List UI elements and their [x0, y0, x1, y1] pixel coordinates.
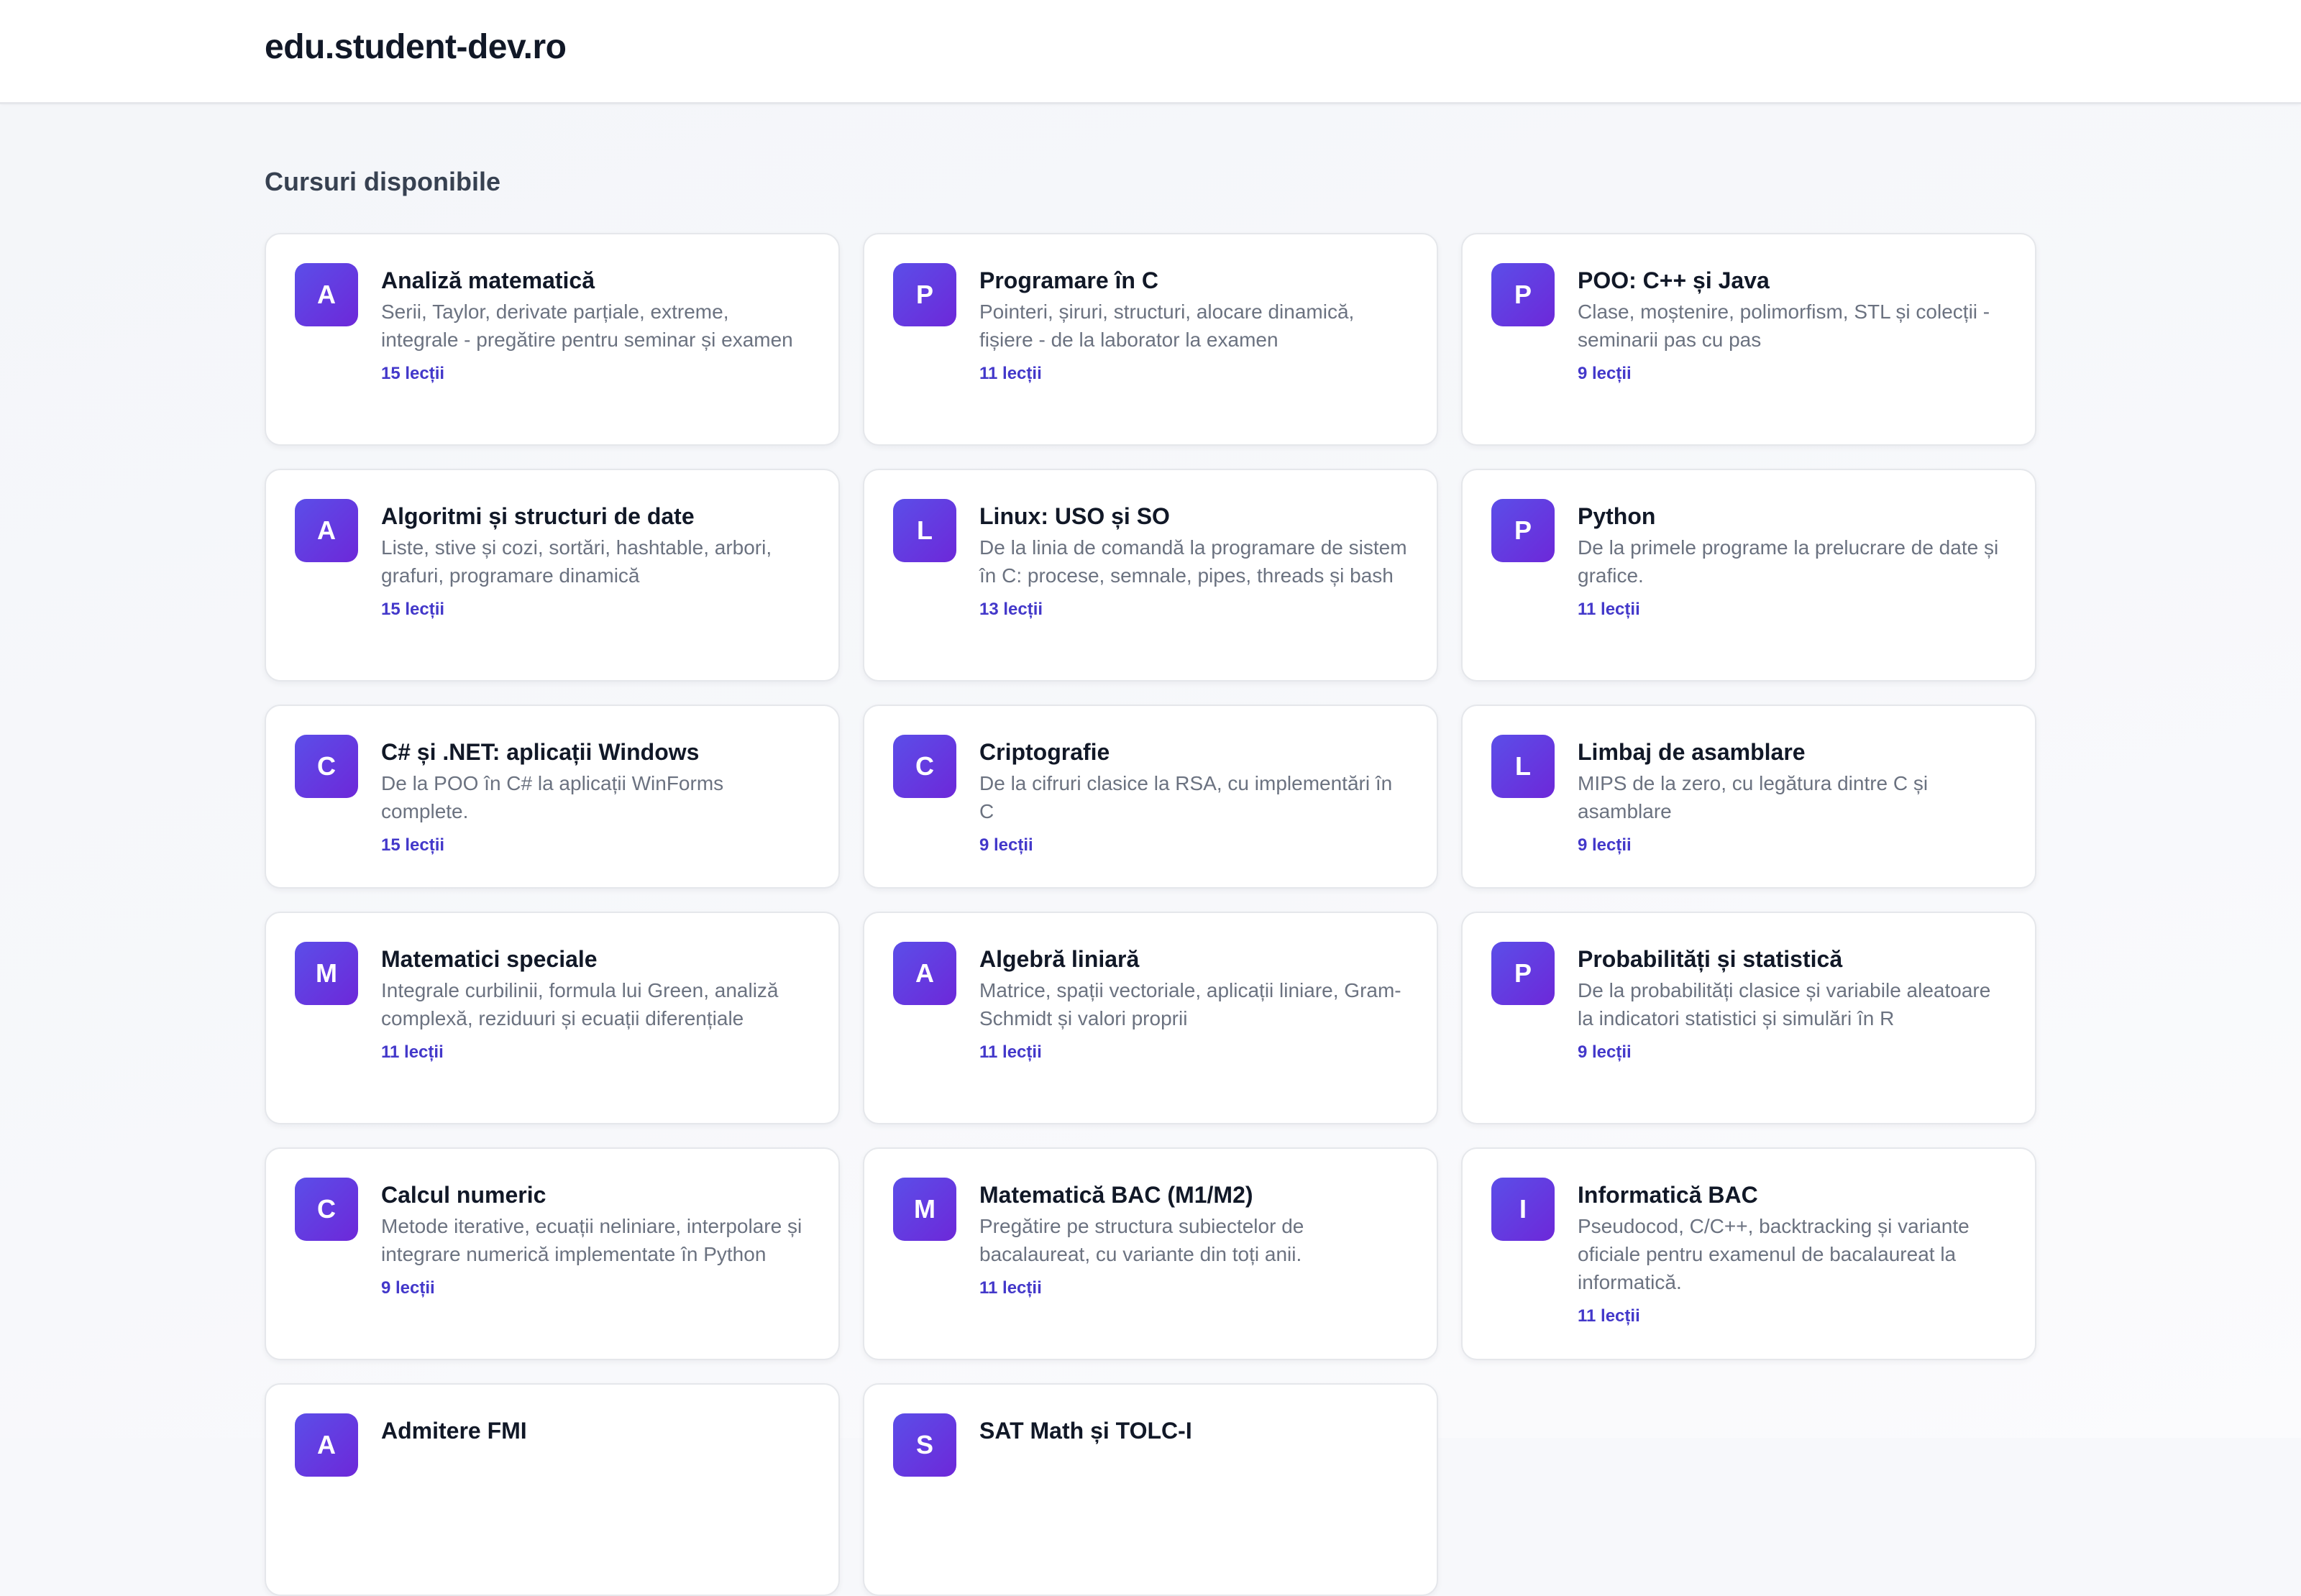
- course-lesson-count: 11 lecții: [381, 1042, 444, 1062]
- course-lesson-count: 9 lecții: [1578, 835, 1632, 855]
- course-lesson-count: 11 lecții: [979, 364, 1042, 383]
- course-lesson-count: 11 lecții: [1578, 1306, 1640, 1326]
- course-card[interactable]: L Limbaj de asamblare MIPS de la zero, c…: [1461, 705, 2036, 889]
- course-lesson-count: 9 lecții: [979, 835, 1033, 855]
- course-title: Calcul numeric: [381, 1182, 546, 1208]
- course-card[interactable]: M Matematici speciale Integrale curbilin…: [265, 912, 840, 1124]
- course-title: Probabilități și statistică: [1578, 946, 1843, 972]
- course-lesson-count: 9 lecții: [1578, 1042, 1632, 1062]
- course-description: Pregătire pe structura subiectelor de ba…: [979, 1215, 1304, 1265]
- course-title: Criptografie: [979, 739, 1110, 765]
- course-description: Integrale curbilinii, formula lui Green,…: [381, 979, 779, 1029]
- site-title[interactable]: edu.student-dev.ro: [265, 27, 567, 67]
- course-lesson-count: 15 lecții: [381, 364, 445, 383]
- course-initial-badge: C: [295, 1178, 358, 1241]
- course-description: De la primele programe la prelucrare de …: [1578, 536, 1999, 587]
- course-lesson-count: 11 lecții: [979, 1278, 1042, 1298]
- course-card[interactable]: A Algebră liniară Matrice, spații vector…: [863, 912, 1438, 1124]
- course-initial-badge: C: [295, 735, 358, 798]
- course-description: Pointeri, șiruri, structuri, alocare din…: [979, 301, 1355, 351]
- course-description: De la probabilități clasice și variabile…: [1578, 979, 1991, 1029]
- course-initial-badge: S: [893, 1413, 956, 1477]
- course-initial-badge: L: [1491, 735, 1555, 798]
- course-card[interactable]: L Linux: USO și SO De la linia de comand…: [863, 469, 1438, 682]
- course-card[interactable]: S SAT Math și TOLC-I: [863, 1383, 1438, 1596]
- course-initial-badge: I: [1491, 1178, 1555, 1241]
- course-card[interactable]: C Criptografie De la cifruri clasice la …: [863, 705, 1438, 889]
- course-initial-badge: A: [295, 263, 358, 326]
- course-title: Limbaj de asamblare: [1578, 739, 1806, 765]
- course-card[interactable]: A Analiză matematică Serii, Taylor, deri…: [265, 233, 840, 446]
- course-initial-badge: M: [893, 1178, 956, 1241]
- course-initial-badge: A: [295, 499, 358, 562]
- course-lesson-count: 9 lecții: [1578, 364, 1632, 383]
- course-description: Serii, Taylor, derivate parțiale, extrem…: [381, 301, 793, 351]
- course-title: C# și .NET: aplicații Windows: [381, 739, 700, 765]
- course-lesson-count: 9 lecții: [381, 1278, 435, 1298]
- course-card[interactable]: A Algoritmi și structuri de date Liste, …: [265, 469, 840, 682]
- course-lesson-count: 13 lecții: [979, 600, 1043, 619]
- course-initial-badge: P: [1491, 942, 1555, 1005]
- course-description: Metode iterative, ecuații neliniare, int…: [381, 1215, 802, 1265]
- course-title: Matematici speciale: [381, 946, 598, 972]
- course-card[interactable]: C Calcul numeric Metode iterative, ecuaț…: [265, 1147, 840, 1360]
- course-lesson-count: 15 lecții: [381, 600, 445, 619]
- course-card[interactable]: A Admitere FMI: [265, 1383, 840, 1596]
- course-title: Python: [1578, 503, 1656, 529]
- course-description: Liste, stive și cozi, sortări, hashtable…: [381, 536, 772, 587]
- course-lesson-count: 15 lecții: [381, 835, 445, 855]
- course-initial-badge: P: [1491, 263, 1555, 326]
- course-title: Linux: USO și SO: [979, 503, 1170, 529]
- course-description: Pseudocod, C/C++, backtracking și varian…: [1578, 1215, 1970, 1293]
- course-initial-badge: C: [893, 735, 956, 798]
- course-title: Analiză matematică: [381, 267, 595, 293]
- course-initial-badge: A: [893, 942, 956, 1005]
- main-content: Cursuri disponibile A Analiză matematică…: [0, 106, 2301, 1596]
- course-title: SAT Math și TOLC-I: [979, 1418, 1192, 1444]
- course-card[interactable]: P Probabilități și statistică De la prob…: [1461, 912, 2036, 1124]
- course-title: Admitere FMI: [381, 1418, 527, 1444]
- course-card[interactable]: P POO: C++ și Java Clase, moștenire, pol…: [1461, 233, 2036, 446]
- course-title: Programare în C: [979, 267, 1158, 293]
- course-initial-badge: M: [295, 942, 358, 1005]
- section-title: Cursuri disponibile: [265, 167, 501, 196]
- course-title: Matematică BAC (M1/M2): [979, 1182, 1253, 1208]
- top-bar: edu.student-dev.ro: [0, 0, 2301, 104]
- course-description: De la linia de comandă la programare de …: [979, 536, 1407, 587]
- course-description: Clase, moștenire, polimorfism, STL și co…: [1578, 301, 1990, 351]
- course-description: Matrice, spații vectoriale, aplicații li…: [979, 979, 1401, 1029]
- course-description: De la cifruri clasice la RSA, cu impleme…: [979, 772, 1393, 822]
- course-title: Algebră liniară: [979, 946, 1140, 972]
- course-card[interactable]: P Programare în C Pointeri, șiruri, stru…: [863, 233, 1438, 446]
- course-lesson-count: 11 lecții: [1578, 600, 1640, 619]
- course-description: MIPS de la zero, cu legătura dintre C și…: [1578, 772, 1929, 822]
- course-description: De la POO în C# la aplicații WinForms co…: [381, 772, 724, 822]
- course-title: Informatică BAC: [1578, 1182, 1758, 1208]
- course-lesson-count: 11 lecții: [979, 1042, 1042, 1062]
- course-initial-badge: A: [295, 1413, 358, 1477]
- course-title: Algoritmi și structuri de date: [381, 503, 695, 529]
- course-card[interactable]: I Informatică BAC Pseudocod, C/C++, back…: [1461, 1147, 2036, 1360]
- course-initial-badge: P: [893, 263, 956, 326]
- course-card[interactable]: C C# și .NET: aplicații Windows De la PO…: [265, 705, 840, 889]
- course-card[interactable]: P Python De la primele programe la prelu…: [1461, 469, 2036, 682]
- course-initial-badge: L: [893, 499, 956, 562]
- course-card[interactable]: M Matematică BAC (M1/M2) Pregătire pe st…: [863, 1147, 1438, 1360]
- course-title: POO: C++ și Java: [1578, 267, 1770, 293]
- course-initial-badge: P: [1491, 499, 1555, 562]
